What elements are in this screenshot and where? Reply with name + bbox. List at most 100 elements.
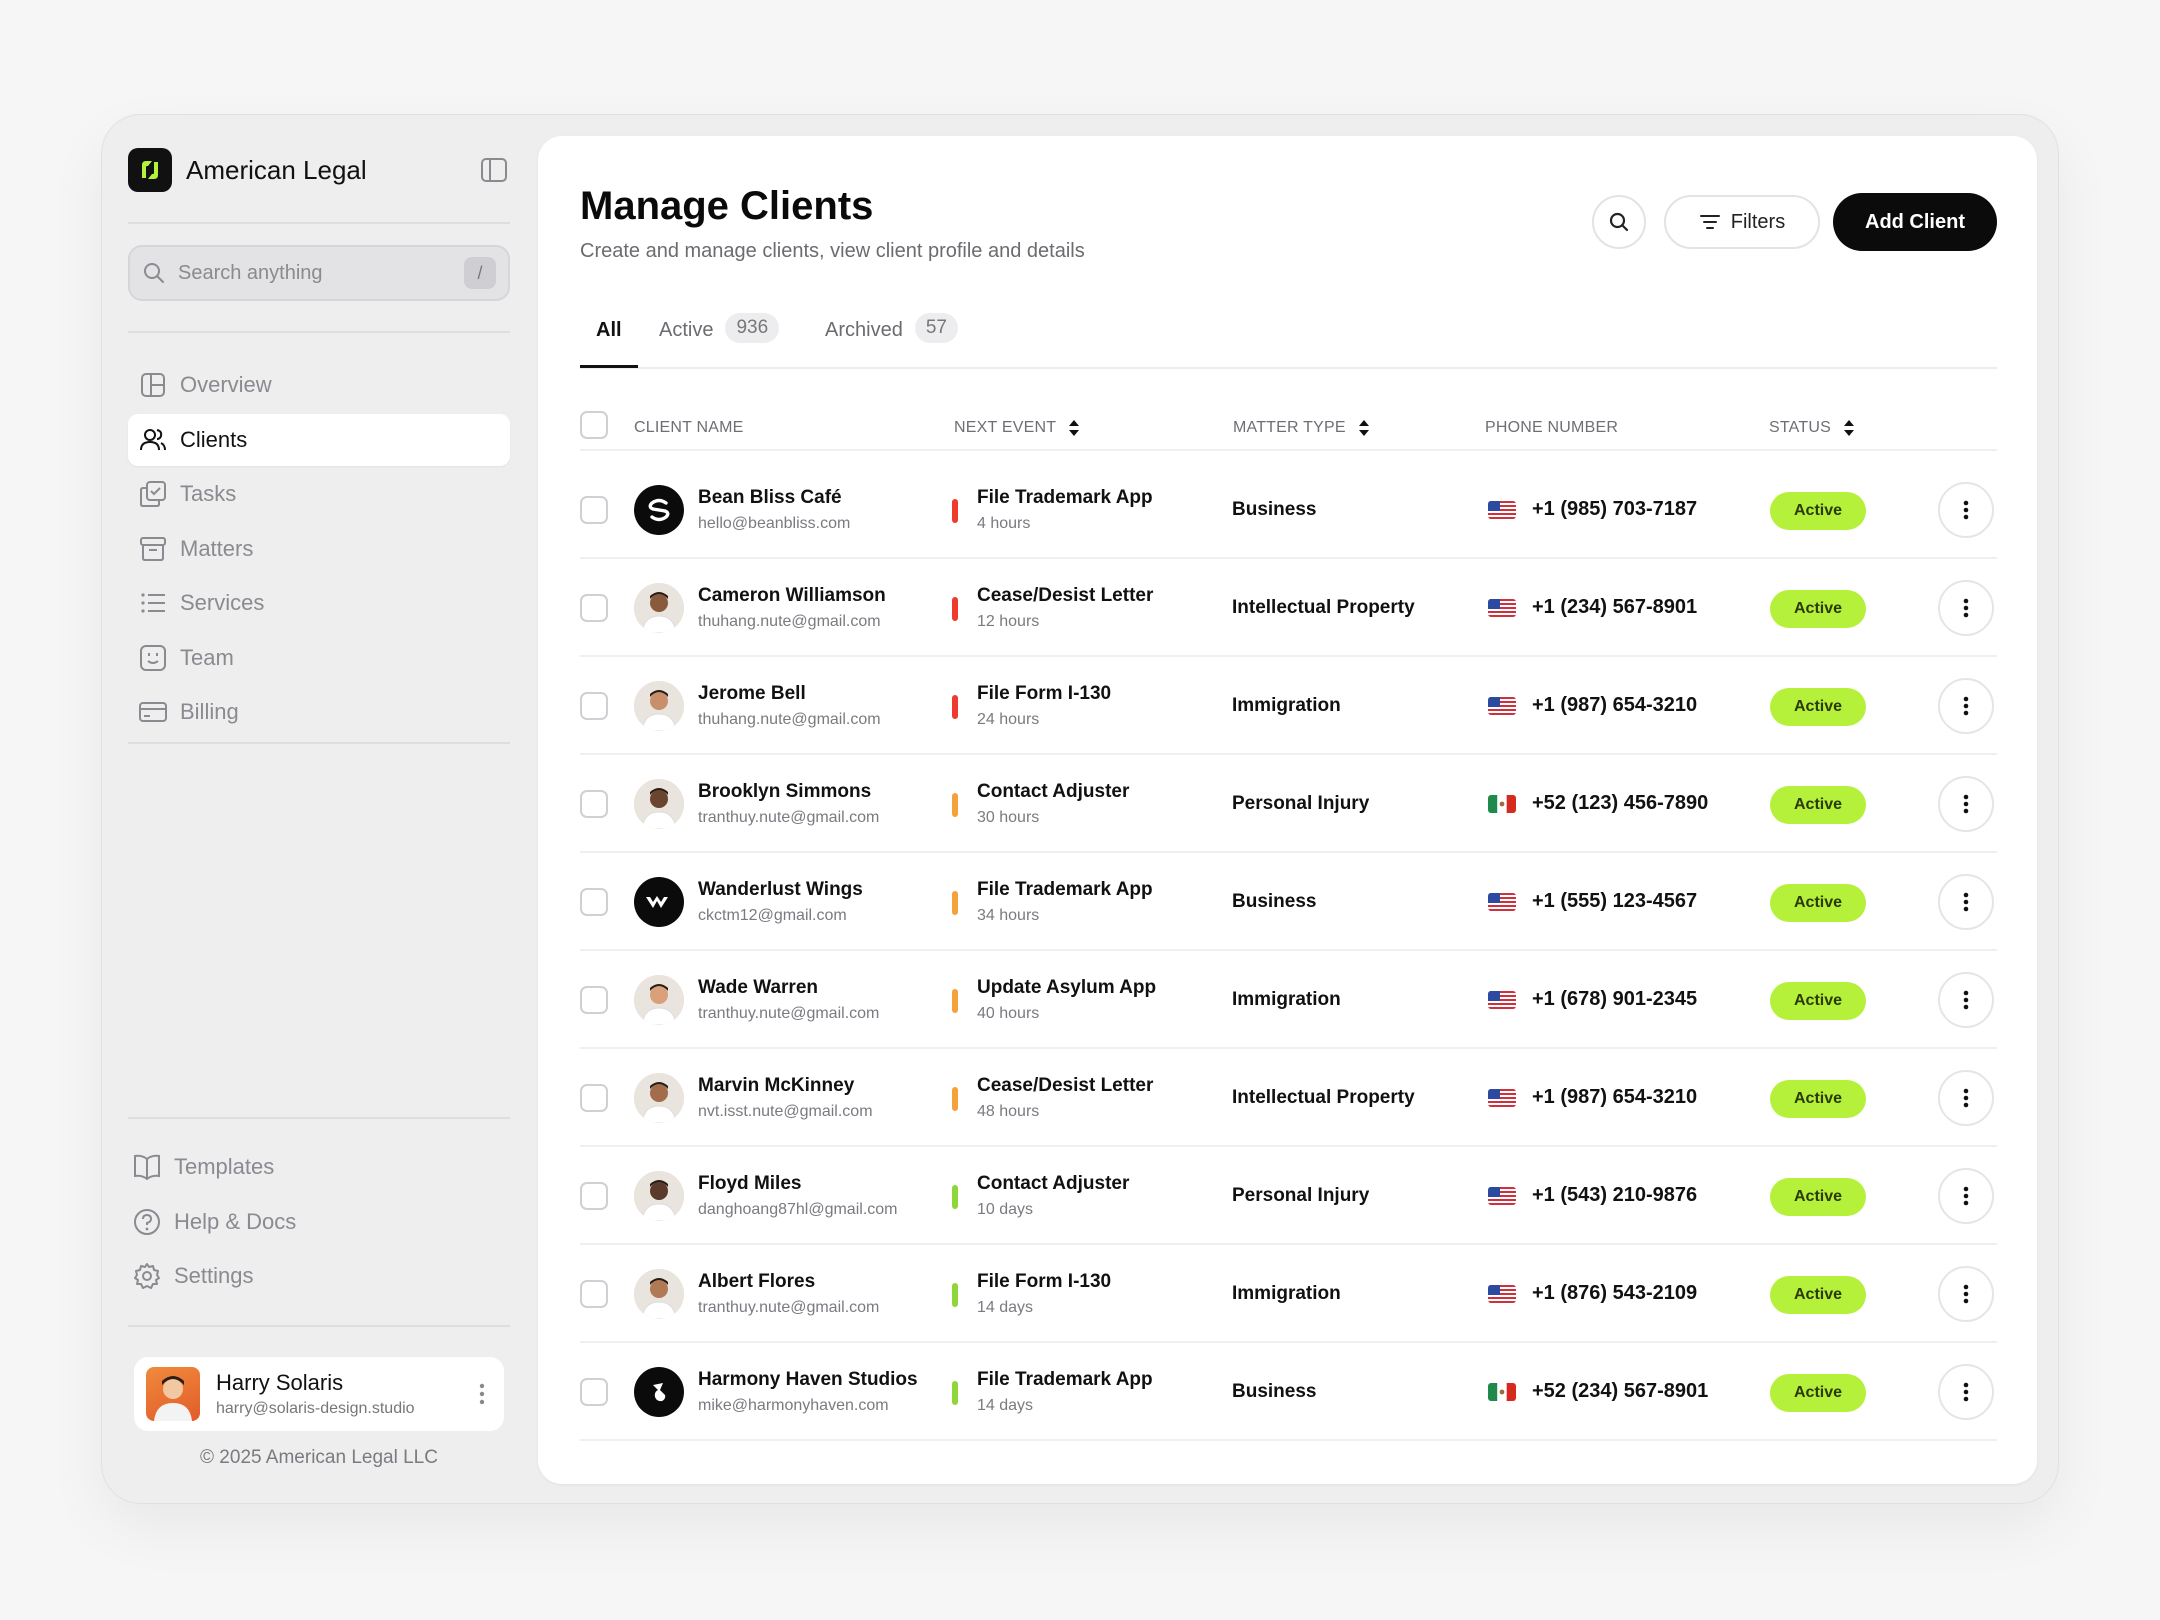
client-email: ckctm12@gmail.com	[698, 907, 847, 924]
tab-bar: All Active 936 Archived 57	[580, 313, 1997, 369]
client-name[interactable]: Brooklyn Simmons	[698, 781, 871, 803]
status-badge: Active	[1770, 1080, 1866, 1118]
row-actions-button[interactable]	[1938, 1168, 1994, 1224]
column-header-status[interactable]: STATUS	[1769, 419, 1855, 437]
help-icon	[134, 1208, 160, 1235]
table-row[interactable]: Floyd Miles danghoang87hl@gmail.com Cont…	[580, 1147, 1997, 1245]
table-row[interactable]: Cameron Williamson thuhang.nute@gmail.co…	[580, 559, 1997, 657]
column-header-matter-type[interactable]: MATTER TYPE	[1233, 419, 1370, 437]
filters-button[interactable]: Filters	[1664, 195, 1820, 249]
column-label: PHONE NUMBER	[1485, 419, 1619, 436]
next-event-title: File Form I-130	[977, 1271, 1112, 1292]
sidebar-item-billing[interactable]: Billing	[128, 686, 510, 738]
sidebar-item-label: Matters	[180, 535, 254, 561]
matter-type: Business	[1232, 499, 1317, 520]
row-actions-button[interactable]	[1938, 580, 1994, 636]
search-icon	[1609, 212, 1629, 232]
sort-icon[interactable]	[1358, 419, 1370, 437]
table-row[interactable]: Bean Bliss Café hello@beanbliss.com File…	[580, 461, 1997, 559]
active-tab-indicator	[580, 365, 638, 368]
row-checkbox[interactable]	[580, 692, 608, 720]
brand-name: American Legal	[186, 154, 367, 185]
select-all-checkbox[interactable]	[580, 411, 608, 439]
sidebar-item-services[interactable]: Services	[128, 577, 510, 629]
user-profile-card[interactable]: Harry Solaris harry@solaris-design.studi…	[134, 1357, 504, 1431]
client-name[interactable]: Albert Flores	[698, 1271, 815, 1293]
search-button[interactable]	[1592, 195, 1646, 249]
client-name[interactable]: Bean Bliss Café	[698, 487, 842, 509]
tab-all[interactable]: All	[596, 319, 622, 369]
user-name: Harry Solaris	[216, 1370, 344, 1395]
client-name[interactable]: Floyd Miles	[698, 1173, 801, 1195]
row-checkbox[interactable]	[580, 888, 608, 916]
row-checkbox[interactable]	[580, 1378, 608, 1406]
divider	[128, 742, 510, 744]
table-row[interactable]: Harmony Haven Studios mike@harmonyhaven.…	[580, 1343, 1997, 1441]
layout-icon	[141, 373, 165, 397]
table-row[interactable]: Brooklyn Simmons tranthuy.nute@gmail.com…	[580, 755, 1997, 853]
tab-archived[interactable]: Archived 57	[825, 313, 958, 369]
sidebar-item-overview[interactable]: Overview	[128, 359, 510, 411]
client-name[interactable]: Wade Warren	[698, 977, 818, 999]
table-row[interactable]: Albert Flores tranthuy.nute@gmail.com Fi…	[580, 1245, 1997, 1343]
sort-icon[interactable]	[1068, 419, 1080, 437]
avatar	[634, 1073, 684, 1123]
brand[interactable]: American Legal	[128, 147, 510, 193]
table-row[interactable]: Wade Warren tranthuy.nute@gmail.com Upda…	[580, 951, 1997, 1049]
add-client-button[interactable]: Add Client	[1833, 193, 1997, 251]
sidebar-item-templates[interactable]: Templates	[128, 1141, 510, 1193]
clients-table-body: Bean Bliss Café hello@beanbliss.com File…	[580, 461, 1997, 1441]
client-name[interactable]: Harmony Haven Studios	[698, 1369, 918, 1391]
row-checkbox[interactable]	[580, 594, 608, 622]
tab-active[interactable]: Active 936	[659, 313, 780, 369]
client-name[interactable]: Jerome Bell	[698, 683, 806, 705]
sidebar-toggle-icon[interactable]	[480, 156, 508, 184]
row-checkbox[interactable]	[580, 1280, 608, 1308]
next-event-time: 12 hours	[977, 613, 1040, 630]
row-actions-button[interactable]	[1938, 678, 1994, 734]
row-actions-button[interactable]	[1938, 874, 1994, 930]
more-vertical-icon	[1963, 892, 1969, 912]
sidebar-item-tasks[interactable]: Tasks	[128, 468, 510, 520]
client-name[interactable]: Marvin McKinney	[698, 1075, 854, 1097]
sidebar-item-help[interactable]: Help & Docs	[128, 1196, 510, 1248]
row-checkbox[interactable]	[580, 986, 608, 1014]
row-checkbox[interactable]	[580, 496, 608, 524]
table-header: CLIENT NAME NEXT EVENT MATTER TYPE PHONE…	[580, 411, 1997, 451]
avatar	[634, 779, 684, 829]
search-input[interactable]: Search anything /	[128, 245, 510, 301]
status-badge: Active	[1770, 1276, 1866, 1314]
row-actions-button[interactable]	[1938, 1070, 1994, 1126]
table-row[interactable]: Marvin McKinney nvt.isst.nute@gmail.com …	[580, 1049, 1997, 1147]
row-actions-button[interactable]	[1938, 972, 1994, 1028]
sidebar-item-matters[interactable]: Matters	[128, 523, 510, 575]
brand-logo-icon	[128, 148, 172, 192]
row-checkbox[interactable]	[580, 1084, 608, 1112]
table-row[interactable]: Wanderlust Wings ckctm12@gmail.com File …	[580, 853, 1997, 951]
row-actions-button[interactable]	[1938, 482, 1994, 538]
client-email: thuhang.nute@gmail.com	[698, 613, 881, 630]
row-checkbox[interactable]	[580, 1182, 608, 1210]
client-name[interactable]: Cameron Williamson	[698, 585, 886, 607]
column-header-next-event[interactable]: NEXT EVENT	[954, 419, 1080, 437]
sidebar-item-clients[interactable]: Clients	[128, 413, 510, 466]
table-row[interactable]: Jerome Bell thuhang.nute@gmail.com File …	[580, 657, 1997, 755]
more-vertical-icon	[1963, 500, 1969, 520]
client-email: mike@harmonyhaven.com	[698, 1397, 889, 1414]
sidebar-item-settings[interactable]: Settings	[128, 1250, 510, 1302]
sidebar-item-team[interactable]: Team	[128, 632, 510, 684]
row-actions-button[interactable]	[1938, 1266, 1994, 1322]
column-header-phone-number[interactable]: PHONE NUMBER	[1485, 419, 1618, 437]
more-vertical-icon[interactable]	[472, 1380, 492, 1408]
client-name[interactable]: Wanderlust Wings	[698, 879, 863, 901]
sidebar-item-label: Templates	[174, 1154, 275, 1179]
sort-icon[interactable]	[1843, 419, 1855, 437]
main-nav: Overview Clients Tasks Matters Services …	[128, 359, 510, 741]
column-header-client-name[interactable]: CLIENT NAME	[634, 419, 743, 437]
client-logo-icon	[634, 1367, 684, 1417]
column-label: NEXT EVENT	[954, 419, 1057, 436]
row-checkbox[interactable]	[580, 790, 608, 818]
row-actions-button[interactable]	[1938, 1364, 1994, 1420]
tab-count-badge: 57	[914, 313, 958, 343]
row-actions-button[interactable]	[1938, 776, 1994, 832]
